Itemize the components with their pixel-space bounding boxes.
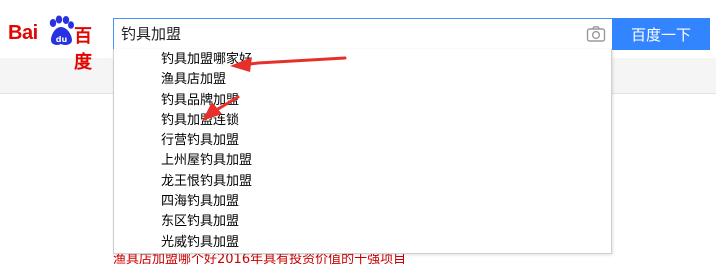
suggestion-item[interactable]: 钓具加盟哪家好 [154,50,611,70]
search-input[interactable] [121,19,581,49]
suggestion-item[interactable]: 钓具品牌加盟 [154,91,611,111]
baidu-logo[interactable]: Bai du 百度 [8,13,108,73]
suggestion-item[interactable]: 钓具加盟连锁 [154,111,611,131]
suggestion-item[interactable]: 行营钓具加盟 [154,131,611,151]
camera-icon[interactable] [586,25,606,43]
search-result-title[interactable]: 渔具店加盟哪个好2016年具有投资价值的十强项目 [113,252,406,268]
paw-icon: du [49,15,74,45]
search-box [113,18,612,50]
suggestion-item[interactable]: 东区钓具加盟 [154,212,611,232]
suggestion-item[interactable]: 上州屋钓具加盟 [154,151,611,171]
suggestion-dropdown: 钓具加盟哪家好 渔具店加盟 钓具品牌加盟 钓具加盟连锁 行营钓具加盟 上州屋钓具… [113,49,612,254]
suggestion-item[interactable]: 渔具店加盟 [154,70,611,90]
logo-text-du: 百度 [74,26,92,73]
logo-text-bai: Bai [8,22,38,44]
svg-text:du: du [56,35,68,44]
suggestion-item[interactable]: 四海钓具加盟 [154,192,611,212]
suggestion-item[interactable]: 龙王恨钓具加盟 [154,172,611,192]
search-button[interactable]: 百度一下 [612,18,710,50]
suggestion-item[interactable]: 光威钓具加盟 [154,233,611,253]
